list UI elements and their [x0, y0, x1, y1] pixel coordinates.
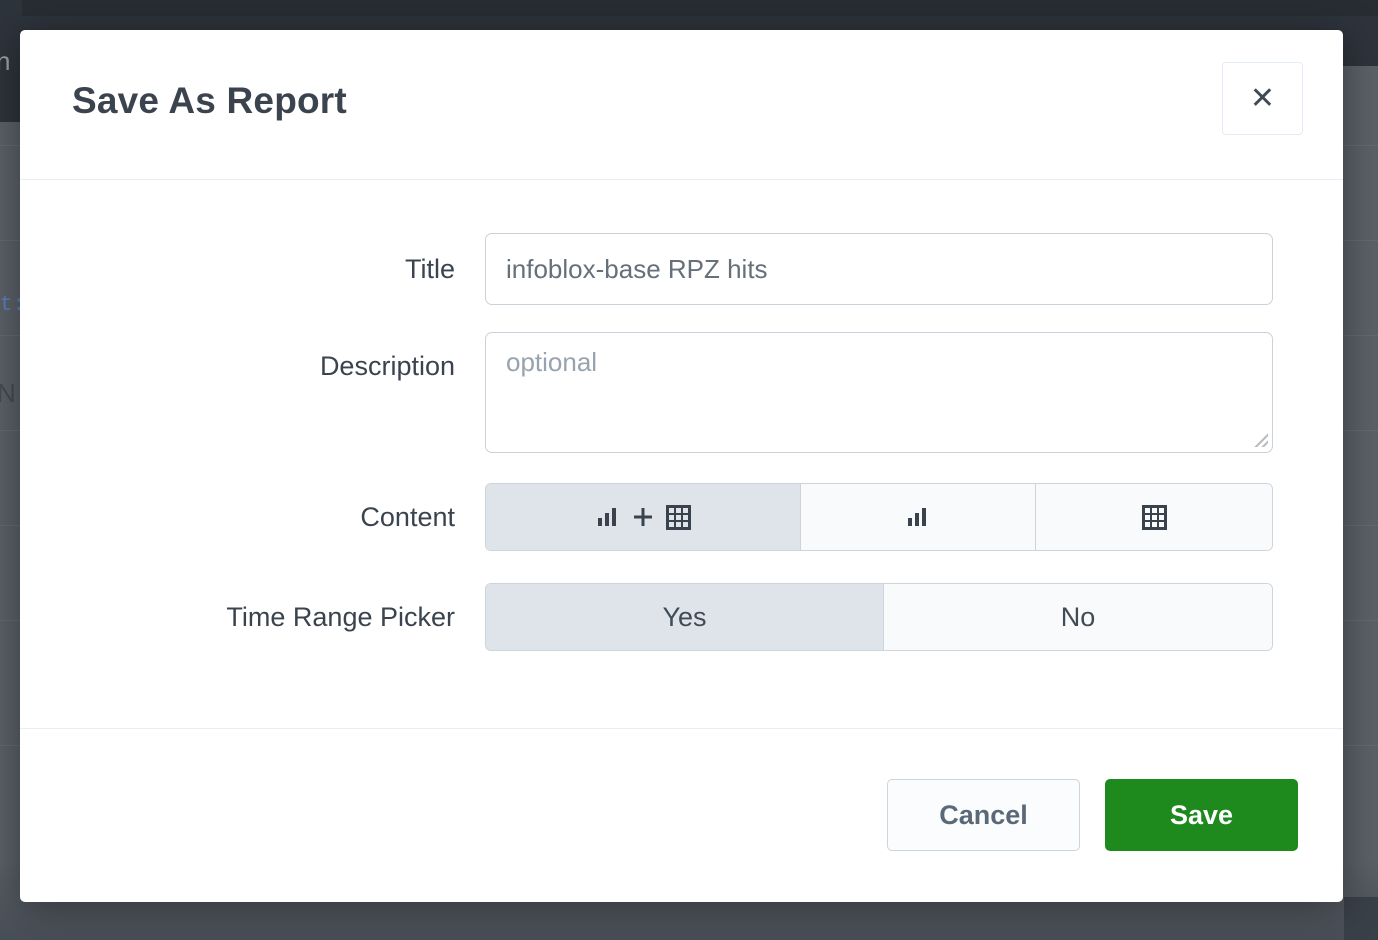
background-left-panel: [0, 0, 22, 122]
time-range-option-no[interactable]: No: [884, 584, 1272, 650]
dialog-footer: Cancel Save: [20, 728, 1343, 902]
description-field-label: Description: [20, 346, 485, 386]
table-icon: [666, 505, 691, 530]
time-range-option-yes[interactable]: Yes: [486, 584, 884, 650]
dialog-header: Save As Report ✕: [20, 30, 1343, 180]
save-as-report-dialog: Save As Report ✕ Title Description Conte…: [20, 30, 1343, 902]
title-field-label: Title: [20, 233, 485, 305]
background-footer-corner: [1344, 897, 1378, 940]
time-range-segmented-control: Yes No: [485, 583, 1273, 651]
bar-chart-icon: [906, 505, 930, 529]
plus-icon: [631, 505, 655, 529]
content-option-chart-only[interactable]: [801, 484, 1036, 550]
no-option-label: No: [1061, 602, 1096, 633]
cancel-button[interactable]: Cancel: [887, 779, 1080, 851]
table-icon: [1142, 505, 1167, 530]
background-text-fragment: N: [0, 378, 16, 409]
background-app-bar: [0, 0, 1378, 16]
time-range-picker-label: Time Range Picker: [20, 583, 485, 651]
content-segmented-control: [485, 483, 1273, 551]
close-icon: ✕: [1250, 84, 1275, 114]
save-button[interactable]: Save: [1105, 779, 1298, 851]
description-textarea[interactable]: [485, 332, 1273, 453]
yes-option-label: Yes: [662, 602, 706, 633]
close-button[interactable]: ✕: [1222, 62, 1303, 135]
bar-chart-icon: [596, 505, 620, 529]
content-option-table-only[interactable]: [1036, 484, 1272, 550]
content-option-chart-and-table[interactable]: [486, 484, 801, 550]
title-input[interactable]: [485, 233, 1273, 305]
dialog-title: Save As Report: [72, 80, 347, 122]
content-field-label: Content: [20, 483, 485, 551]
